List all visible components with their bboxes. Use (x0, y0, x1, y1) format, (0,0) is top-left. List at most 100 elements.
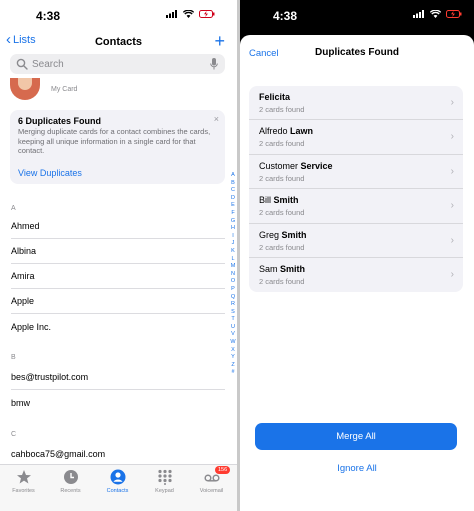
index-letter[interactable]: K (231, 248, 235, 256)
duplicates-sheet: Cancel Duplicates Found Felicita 2 cards … (240, 35, 474, 511)
list-item[interactable]: bmw (11, 390, 225, 415)
duplicate-row[interactable]: Greg Smith 2 cards found › (249, 224, 463, 258)
index-letter[interactable]: C (231, 187, 235, 195)
duplicate-name: Greg Smith (259, 230, 307, 240)
battery-charging-icon (199, 10, 215, 18)
cards-found-label: 2 cards found (259, 276, 305, 286)
avatar[interactable] (10, 78, 40, 100)
tab-label: Contacts (106, 488, 129, 494)
index-letter[interactable]: E (231, 202, 235, 210)
status-bar: 4:38 (240, 0, 474, 28)
duplicates-banner-description: Merging duplicate cards for a contact co… (18, 127, 211, 155)
tab-contacts[interactable]: Contacts (94, 469, 141, 494)
index-letter[interactable]: X (231, 347, 235, 355)
tab-keypad[interactable]: Keypad (141, 469, 188, 494)
index-letter[interactable]: F (231, 210, 234, 218)
index-letter[interactable]: T (231, 316, 234, 324)
index-letter[interactable]: R (231, 301, 235, 309)
duplicates-banner-title: 6 Duplicates Found (18, 116, 102, 126)
list-item[interactable]: Ahmed (11, 214, 225, 239)
signal-icon (166, 10, 177, 18)
duplicate-row[interactable]: Sam Smith 2 cards found › (249, 258, 463, 292)
add-contact-button[interactable]: + (214, 31, 225, 52)
microphone-icon[interactable] (210, 58, 218, 70)
duplicate-name: Sam Smith (259, 264, 305, 274)
merge-all-button[interactable]: Merge All (255, 423, 457, 450)
index-letter[interactable]: V (231, 331, 235, 339)
tab-label: Keypad (155, 488, 174, 494)
index-letter[interactable]: S (231, 309, 235, 317)
my-card-label: My Card (51, 86, 78, 93)
duplicate-row[interactable]: Felicita 2 cards found › (249, 86, 463, 121)
index-letter[interactable]: P (231, 286, 235, 294)
duplicate-name: Alfredo Lawn (259, 126, 313, 136)
sheet-title: Duplicates Found (315, 47, 399, 58)
index-letter[interactable]: D (231, 195, 235, 203)
tab-recents[interactable]: Recents (47, 469, 94, 494)
index-letter[interactable]: A (231, 172, 235, 180)
duplicate-name: Customer Service (259, 161, 333, 171)
cards-found-label: 2 cards found (259, 173, 305, 183)
last-name: Smith (273, 195, 299, 206)
search-placeholder: Search (32, 58, 64, 70)
status-bar: 4:38 (0, 0, 237, 28)
index-letter[interactable]: Z (231, 362, 234, 370)
tab-voicemail[interactable]: 156 Voicemail (188, 466, 235, 494)
section-header-c: C (11, 431, 17, 438)
last-name: Lawn (290, 126, 314, 137)
chevron-right-icon: › (450, 200, 454, 212)
cards-found-label: 2 cards found (259, 242, 305, 252)
index-letter[interactable]: I (232, 233, 234, 241)
close-icon[interactable]: × (214, 114, 219, 124)
list-item[interactable]: Apple (11, 289, 225, 314)
voicemail-badge: 156 (215, 466, 231, 474)
contacts-screen: 4:38 ‹ Lists Contacts + Search My Card 6… (0, 0, 237, 511)
tab-label: Favorites (12, 488, 35, 494)
view-duplicates-link[interactable]: View Duplicates (18, 168, 82, 178)
ignore-all-button[interactable]: Ignore All (240, 463, 474, 474)
list-item[interactable]: bes@trustpilot.com (11, 365, 225, 390)
list-item[interactable]: Apple Inc. (11, 314, 225, 339)
index-letter[interactable]: Q (231, 294, 235, 302)
first-name: Sam (259, 263, 278, 274)
last-name: Service (300, 160, 333, 171)
cards-found-label: 2 cards found (259, 139, 305, 149)
clock-icon (63, 470, 78, 484)
first-name: Customer (259, 160, 299, 171)
list-item[interactable]: cahboca75@gmail.com (11, 441, 225, 466)
first-name: Felicita (259, 92, 291, 102)
index-letter[interactable]: B (231, 180, 235, 188)
battery-charging-icon (446, 10, 462, 18)
section-header-b: B (11, 354, 16, 361)
tab-bar: Favorites Recents Contacts Keypad 156 Vo… (0, 464, 237, 511)
index-letter[interactable]: # (231, 369, 234, 377)
index-letter[interactable]: N (231, 271, 235, 279)
duplicate-row[interactable]: Alfredo Lawn 2 cards found › (249, 120, 463, 155)
index-letter[interactable]: J (232, 240, 235, 248)
duplicates-screen: 4:38 Cancel Duplicates Found Felicita 2 c… (240, 0, 474, 511)
list-item[interactable]: Amira (11, 264, 225, 289)
index-letter[interactable]: M (231, 263, 236, 271)
tab-favorites[interactable]: Favorites (0, 469, 47, 494)
cards-found-label: 2 cards found (259, 208, 305, 218)
tab-label: Voicemail (199, 488, 224, 494)
index-letter[interactable]: L (231, 256, 234, 264)
duplicate-row[interactable]: Customer Service 2 cards found › (249, 155, 463, 190)
first-name: Greg (259, 229, 280, 240)
section-header-a: A (11, 205, 16, 212)
index-letter[interactable]: G (231, 218, 235, 226)
search-input[interactable]: Search (10, 54, 225, 74)
person-icon (110, 469, 125, 485)
index-letter[interactable]: Y (231, 354, 235, 362)
index-letter[interactable]: H (231, 225, 235, 233)
index-letter[interactable]: W (230, 339, 235, 347)
duplicates-banner: 6 Duplicates Found × Merging duplicate c… (10, 110, 225, 184)
alphabet-index[interactable]: A B C D E F G H I J K L M N O P Q R S T U V W X Y Z # (229, 172, 237, 377)
index-letter[interactable]: O (231, 278, 235, 286)
status-time: 4:38 (273, 9, 298, 23)
duplicate-name: Bill Smith (259, 195, 299, 205)
duplicate-row[interactable]: Bill Smith 2 cards found › (249, 189, 463, 224)
index-letter[interactable]: U (231, 324, 235, 332)
search-icon (16, 58, 28, 70)
list-item[interactable]: Albina (11, 239, 225, 264)
